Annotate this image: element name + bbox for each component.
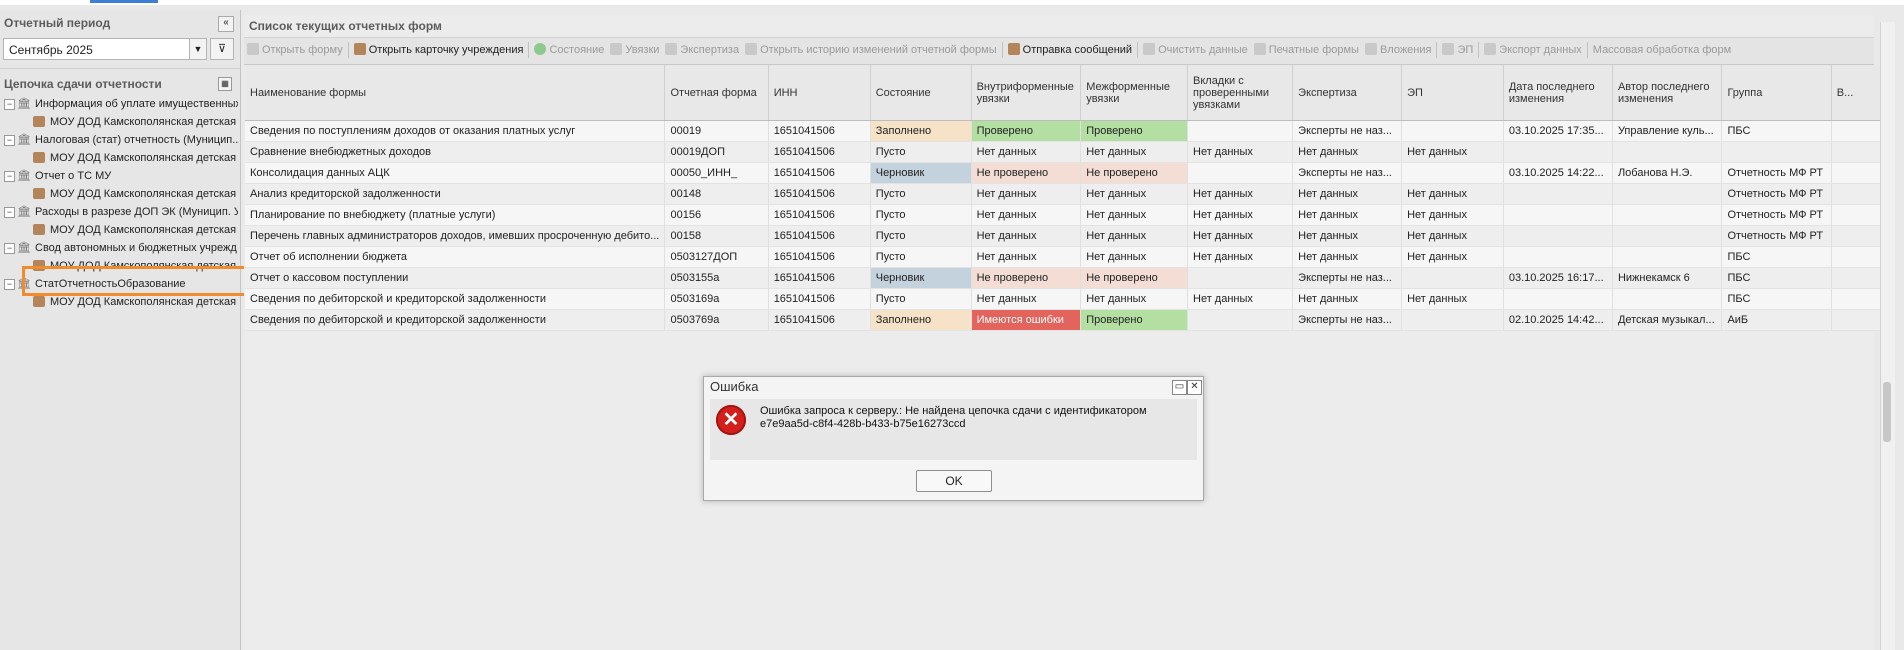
maximize-icon[interactable]: ▭ xyxy=(1172,380,1187,395)
error-dialog: Ошибка ▭ ✕ ✕ Ошибка запроса к серверу.: … xyxy=(703,376,1204,501)
error-message-line2: e7e9aa5d-c8f4-428b-b433-b75e16273ccd xyxy=(760,418,966,430)
close-icon[interactable]: ✕ xyxy=(1187,380,1202,395)
dialog-body: ✕ Ошибка запроса к серверу.: Не найдена … xyxy=(710,399,1197,460)
error-message-line1: Ошибка запроса к серверу.: Не найдена це… xyxy=(760,405,1147,417)
dialog-titlebar: Ошибка ▭ ✕ xyxy=(704,377,1203,397)
error-icon: ✕ xyxy=(716,405,746,435)
error-message: Ошибка запроса к серверу.: Не найдена це… xyxy=(760,405,1180,431)
ok-button[interactable]: OK xyxy=(916,470,992,492)
dialog-title: Ошибка xyxy=(710,379,759,394)
modal-overlay: Ошибка ▭ ✕ ✕ Ошибка запроса к серверу.: … xyxy=(0,0,1904,650)
